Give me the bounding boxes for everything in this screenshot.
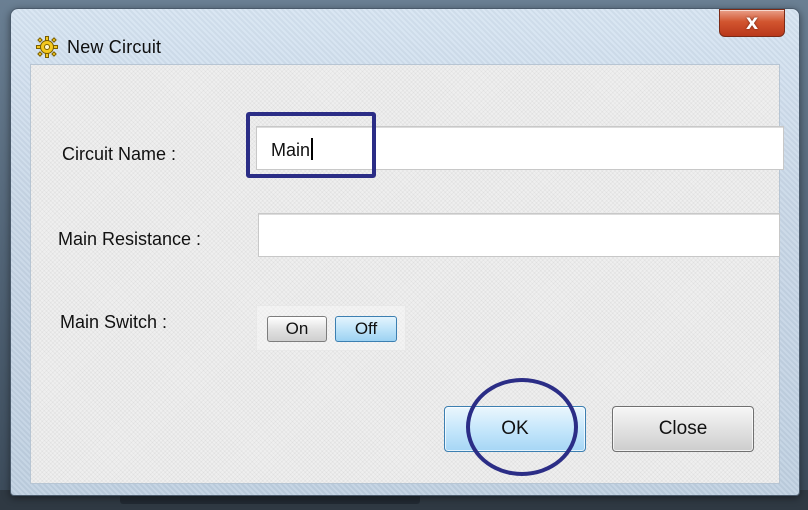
switch-on-button[interactable]: On <box>267 316 327 342</box>
main-switch-toggle-group: On Off <box>256 305 406 351</box>
main-resistance-label: Main Resistance : <box>58 229 202 249</box>
main-resistance-input[interactable] <box>258 213 780 257</box>
title-bar[interactable]: New Circuit X <box>11 9 799 59</box>
ok-button-highlight-annotation <box>466 378 578 476</box>
switch-off-button[interactable]: Off <box>335 316 397 342</box>
screen: New Circuit X Circuit Name : Main Main R… <box>0 0 808 510</box>
circuit-name-label: Circuit Name : <box>62 144 177 164</box>
window-close-button[interactable]: X <box>719 9 785 37</box>
close-button[interactable]: Close <box>612 406 754 452</box>
close-icon: X <box>745 13 759 33</box>
gear-icon <box>35 35 59 59</box>
window-title: New Circuit <box>67 37 162 57</box>
main-switch-label: Main Switch : <box>60 312 168 332</box>
circuit-name-highlight-annotation <box>246 112 376 178</box>
